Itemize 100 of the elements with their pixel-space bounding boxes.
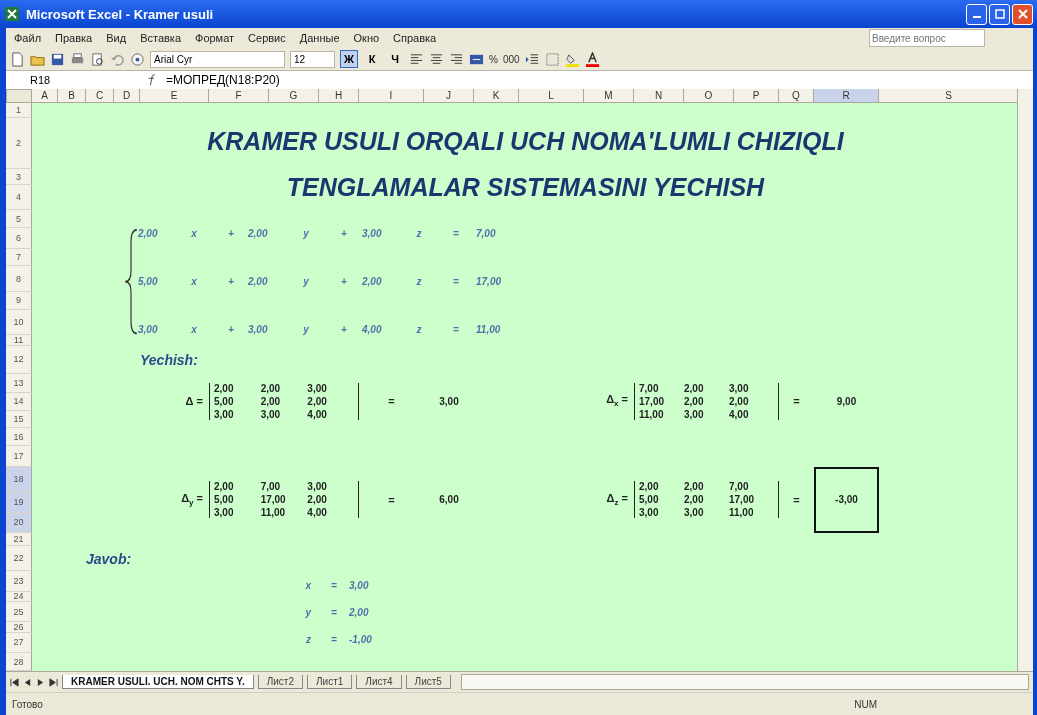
sheet-title: TENGLAMALAR SISTEMASINI YECHISH — [286, 172, 765, 202]
matrix-cell-text: 11,00 — [639, 408, 665, 420]
sheet-tab[interactable]: Лист5 — [405, 675, 451, 689]
align-left-icon[interactable] — [409, 51, 424, 67]
align-right-icon[interactable] — [449, 51, 464, 67]
determinant-value-cell[interactable]: 6,00 — [424, 466, 474, 534]
column-header[interactable]: A — [32, 89, 58, 103]
row-header[interactable]: 16 — [6, 428, 32, 447]
variable: z — [415, 228, 423, 240]
fill-color-icon[interactable] — [564, 51, 580, 67]
print-preview-icon[interactable] — [90, 51, 105, 67]
row-header[interactable]: 13 — [6, 373, 32, 393]
row-header[interactable]: 19 — [6, 492, 32, 513]
column-header[interactable]: K — [474, 89, 519, 103]
help-search-field[interactable]: Введите вопрос — [869, 29, 985, 47]
row-header[interactable]: 21 — [6, 533, 32, 546]
sheet-tab[interactable]: Лист1 — [307, 675, 353, 689]
menu-item[interactable]: Правка — [55, 32, 93, 44]
equals-sign: = — [387, 395, 396, 408]
horizontal-scrollbar[interactable] — [460, 674, 1029, 690]
determinant-label: Δ = — [184, 395, 204, 408]
menu-item[interactable]: Файл — [14, 32, 42, 44]
equals-sign: = — [792, 395, 801, 408]
menu-item[interactable]: Сервис — [248, 32, 286, 44]
column-header[interactable]: P — [734, 89, 779, 103]
row-header[interactable]: 10 — [6, 309, 32, 336]
menu-item[interactable]: Окно — [353, 32, 380, 44]
row-header[interactable]: 1 — [6, 103, 32, 119]
font-size-field[interactable]: 12 — [290, 50, 335, 68]
format-button[interactable]: Ч — [386, 50, 404, 68]
column-header[interactable]: M — [584, 89, 634, 103]
column-header[interactable]: B — [58, 89, 86, 103]
save-icon[interactable] — [50, 51, 65, 67]
column-header[interactable]: D — [114, 89, 140, 103]
last-sheet-icon[interactable] — [49, 677, 58, 687]
first-sheet-icon[interactable] — [10, 677, 19, 687]
indent-icon[interactable] — [524, 51, 540, 67]
menu-item[interactable]: Вставка — [140, 32, 181, 44]
column-header[interactable]: O — [684, 89, 734, 103]
row-header[interactable]: 25 — [6, 602, 32, 623]
font-name-field[interactable]: Arial Cyr — [150, 50, 285, 68]
row-header[interactable]: 18 — [6, 466, 32, 493]
row-header[interactable]: 26 — [6, 622, 32, 633]
align-center-icon[interactable] — [429, 51, 444, 67]
minimize-button[interactable] — [966, 3, 987, 25]
determinant-value-cell[interactable]: 9,00 — [814, 373, 879, 429]
column-header[interactable]: S — [879, 89, 1017, 103]
name-box[interactable]: R18 — [10, 74, 140, 86]
determinant-label: Δ$_{z}$ = — [605, 492, 629, 508]
menu-item[interactable]: Формат — [195, 32, 235, 44]
determinant-value-cell[interactable]: 3,00 — [424, 373, 474, 429]
row-header[interactable]: 27 — [6, 632, 32, 654]
sheet-tab[interactable]: KRAMER USULI. UCH. NOM CHTS Y. — [62, 675, 254, 689]
row-header[interactable]: 11 — [6, 335, 32, 346]
column-header[interactable]: I — [359, 89, 424, 103]
matrix-cell-text: 2,00 — [307, 494, 328, 506]
percent-button[interactable]: % — [489, 53, 498, 65]
new-document-icon[interactable] — [10, 51, 25, 67]
font-color-icon[interactable] — [584, 51, 600, 67]
next-sheet-icon[interactable] — [36, 677, 45, 687]
maximize-button[interactable] — [989, 3, 1010, 25]
previous-sheet-icon[interactable] — [23, 677, 32, 687]
sheet-tab[interactable]: Лист2 — [257, 675, 303, 689]
solution-label: Yechish: — [140, 351, 199, 368]
row-header[interactable]: 4 — [6, 184, 32, 211]
column-header[interactable]: J — [424, 89, 474, 103]
row-header[interactable]: 20 — [6, 512, 32, 534]
format-button[interactable]: К — [363, 50, 381, 68]
thousands-button[interactable]: 000 — [502, 53, 520, 65]
row-header[interactable]: 28 — [6, 653, 32, 671]
column-header[interactable]: L — [519, 89, 584, 103]
column-header[interactable]: E — [140, 89, 209, 103]
column-header[interactable]: Q — [779, 89, 814, 103]
vertical-scrollbar[interactable] — [1017, 89, 1033, 671]
row-header[interactable]: 8 — [6, 266, 32, 292]
column-header[interactable]: N — [634, 89, 684, 103]
row-header[interactable]: 23 — [6, 571, 32, 592]
menu-item[interactable]: Справка — [393, 32, 437, 44]
help-icon[interactable] — [130, 51, 145, 67]
column-header[interactable]: C — [86, 89, 114, 103]
menu-item[interactable]: Вид — [106, 32, 127, 44]
column-header[interactable]: G — [269, 89, 319, 103]
coefficient: 2,00 — [362, 276, 383, 288]
formula-field[interactable]: =МОПРЕД(N18:P20) — [166, 73, 280, 87]
active-cell[interactable]: -3,00 — [814, 466, 879, 534]
row-header[interactable]: 3 — [6, 169, 32, 185]
row-header[interactable]: 6 — [6, 228, 32, 249]
row-header[interactable]: 22 — [6, 545, 32, 572]
row-header[interactable]: 17 — [6, 446, 32, 467]
column-header[interactable]: R — [814, 89, 879, 103]
matrix-cell-text: 2,00 — [684, 382, 705, 394]
format-button[interactable]: Ж — [340, 50, 358, 68]
row-header[interactable]: 2 — [6, 118, 32, 170]
column-header[interactable]: F — [209, 89, 269, 103]
close-button[interactable] — [1012, 3, 1033, 25]
row-header[interactable]: 12 — [6, 345, 32, 374]
sheet-tab[interactable]: Лист4 — [356, 675, 402, 689]
column-header[interactable]: H — [319, 89, 359, 103]
menu-item[interactable]: Данные — [299, 32, 340, 44]
row-header[interactable]: 5 — [6, 210, 32, 229]
